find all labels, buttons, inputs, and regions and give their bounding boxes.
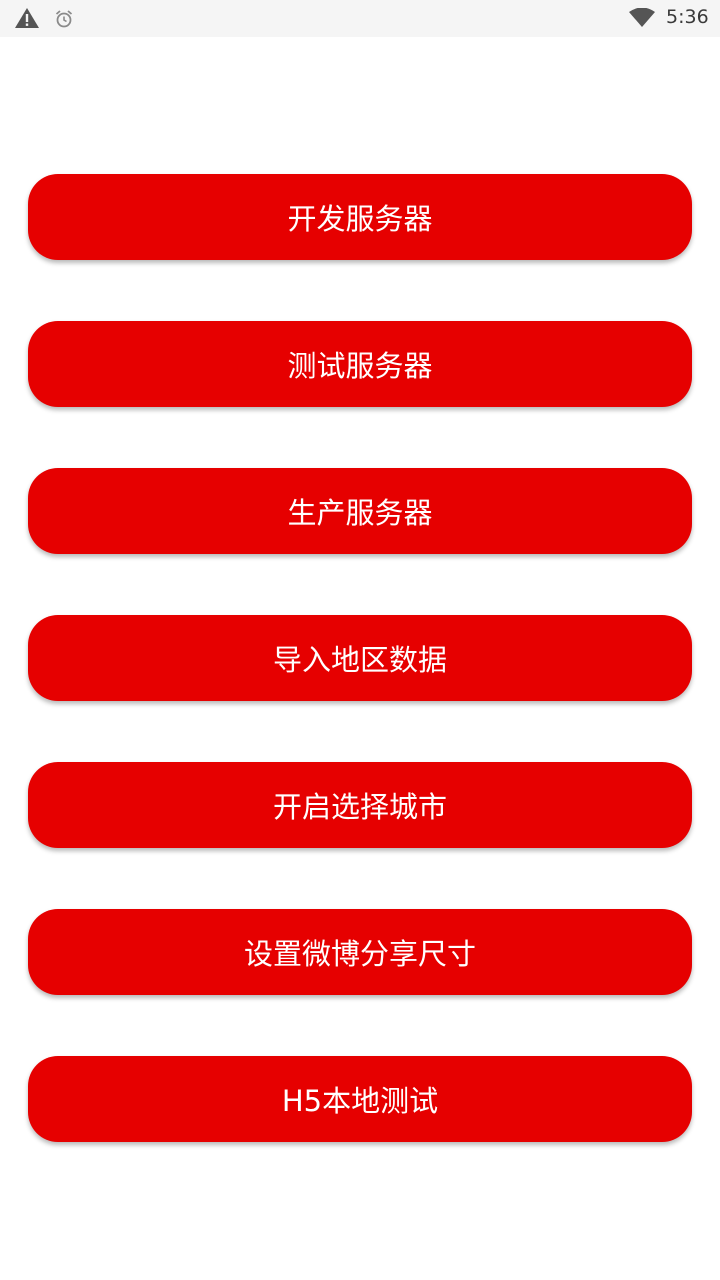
production-server-button-label: 生产服务器	[287, 496, 433, 530]
weibo-share-size-button[interactable]: 设置微博分享尺寸	[28, 909, 692, 995]
test-server-button-label: 测试服务器	[287, 349, 433, 383]
h5-local-test-button-label: H5本地测试	[281, 1084, 439, 1118]
test-server-button[interactable]: 测试服务器	[28, 321, 692, 407]
alarm-icon	[54, 9, 74, 33]
production-server-button[interactable]: 生产服务器	[28, 468, 692, 554]
button-list: 开发服务器 测试服务器 生产服务器 导入地区数据 开启选择城市 设置微博分享尺寸…	[0, 37, 720, 1280]
h5-local-test-button[interactable]: H5本地测试	[28, 1056, 692, 1142]
dev-server-button-label: 开发服务器	[287, 202, 433, 236]
dev-server-button[interactable]: 开发服务器	[28, 174, 692, 260]
enable-city-select-button[interactable]: 开启选择城市	[28, 762, 692, 848]
import-region-data-button-label: 导入地区数据	[272, 643, 447, 677]
import-region-data-button[interactable]: 导入地区数据	[28, 615, 692, 701]
status-time: 5:36	[666, 6, 709, 28]
weibo-share-size-button-label: 设置微博分享尺寸	[243, 937, 476, 971]
wifi-icon	[628, 7, 656, 32]
status-bar: 5:36	[0, 0, 720, 37]
enable-city-select-button-label: 开启选择城市	[272, 790, 447, 824]
warning-icon	[14, 7, 40, 33]
